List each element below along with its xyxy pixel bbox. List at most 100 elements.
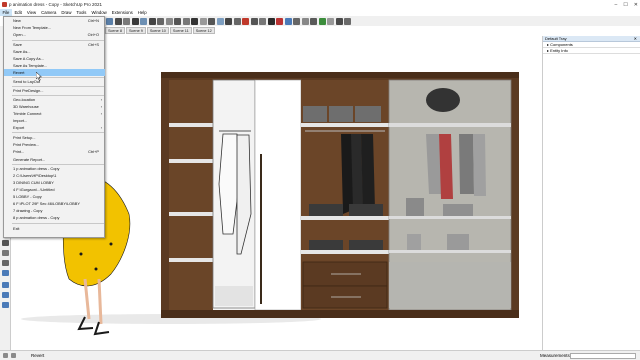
section-cut-icon[interactable] <box>250 17 258 25</box>
menu-item-recent-8[interactable]: 8 p animation dress - Copy <box>4 214 105 221</box>
menu-help[interactable]: Help <box>135 9 149 16</box>
textured-icon[interactable] <box>225 17 232 25</box>
menu-item-generate-report[interactable]: Generate Report... <box>4 156 105 163</box>
measurements-input[interactable] <box>570 353 636 359</box>
menu-item-export[interactable]: Export › <box>4 124 105 131</box>
menu-item-print-preview[interactable]: Print Preview... <box>4 141 105 148</box>
menu-item-exit[interactable]: Exit <box>4 225 105 232</box>
tray-title: Default Tray ✕ <box>543 36 640 42</box>
menu-item-open[interactable]: Open... Ctrl+O <box>4 31 105 38</box>
scene-tab-8[interactable]: Scene 8 <box>105 27 125 34</box>
scene-tab-10[interactable]: Scene 10 <box>146 27 169 34</box>
pan-tool-icon[interactable] <box>2 250 9 256</box>
menu-item-recent-3[interactable]: 3 DINING CUM LOBBY <box>4 179 105 186</box>
iso-view-icon[interactable] <box>140 17 147 25</box>
menu-camera[interactable]: Camera <box>39 9 59 16</box>
3d-warehouse-icon[interactable] <box>267 17 275 25</box>
menu-item-recent-6[interactable]: 6 F:\PLOT 29F Sec 46\LOBBY\LOBBY <box>4 200 105 207</box>
menu-item-recent-2[interactable]: 2 C:\Users\HP\Desktop\1 <box>4 172 105 179</box>
scene-tab-12[interactable]: Scene 12 <box>192 27 215 34</box>
menu-item-geo-location[interactable]: Geo-location › <box>4 96 105 103</box>
back-view-icon[interactable] <box>174 17 181 25</box>
warehouse-share-icon[interactable] <box>335 17 343 25</box>
scene-tab-11[interactable]: Scene 11 <box>169 27 192 34</box>
menu-item-new-from-template[interactable]: New From Template... <box>4 24 105 31</box>
submenu-arrow-icon: › <box>100 97 102 102</box>
front-view-icon[interactable] <box>157 17 164 25</box>
hidden-line-icon[interactable] <box>208 17 215 25</box>
menu-file[interactable]: File <box>0 9 12 16</box>
section-fill-icon[interactable] <box>259 17 266 25</box>
menu-edit[interactable]: Edit <box>12 9 24 16</box>
zoom-extents-icon[interactable] <box>131 17 139 25</box>
window-controls: – ☐ ✕ <box>615 0 638 9</box>
menu-item-label: 3 DINING CUM LOBBY <box>13 180 54 185</box>
menu-item-save[interactable]: Save Ctrl+S <box>4 41 105 48</box>
left-view-icon[interactable] <box>182 17 190 25</box>
menu-item-save-as[interactable]: Save As... <box>4 48 105 55</box>
menu-tools[interactable]: Tools <box>74 9 89 16</box>
right-view-icon[interactable] <box>165 17 173 25</box>
menu-item-3d-warehouse[interactable]: 3D Warehouse › <box>4 103 105 110</box>
menu-item-recent-7[interactable]: 7 drawing - Copy <box>4 207 105 214</box>
menu-item-recent-4[interactable]: 4 F:\Gurgaon\...\Untitled <box>4 186 105 193</box>
status-credit-icon[interactable] <box>11 353 16 358</box>
menu-item-shortcut: Ctrl+P <box>88 149 99 154</box>
menu-item-print-setup[interactable]: Print Setup... <box>4 134 105 141</box>
orbit-icon[interactable] <box>106 17 113 25</box>
menu-item-recent-1[interactable]: 1 p animation dress - Copy <box>4 165 105 172</box>
menu-item-label: Exit <box>13 226 20 231</box>
camera-icon[interactable] <box>301 17 309 25</box>
status-text: Revert <box>31 353 45 358</box>
layout-icon[interactable] <box>284 17 292 25</box>
menu-item-recent-5[interactable]: 5 LOBBY - Copy <box>4 193 105 200</box>
play-icon[interactable] <box>318 17 326 25</box>
submenu-arrow-icon: › <box>100 111 102 116</box>
menu-item-import[interactable]: Import... <box>4 117 105 124</box>
menu-item-label: New <box>13 18 21 23</box>
menu-view[interactable]: View <box>24 9 38 16</box>
menu-item-new[interactable]: New Ctrl+N <box>4 17 105 24</box>
zoom-icon[interactable] <box>123 17 130 25</box>
xray-icon[interactable] <box>191 17 198 25</box>
orbit-tool-icon[interactable] <box>2 240 9 246</box>
zoom-tool-icon[interactable] <box>2 260 9 266</box>
section-plane-icon[interactable] <box>242 17 249 25</box>
style-builder-icon[interactable] <box>293 17 300 25</box>
walk-tool-icon[interactable] <box>2 270 9 276</box>
menu-item-label: Generate Report... <box>13 157 46 162</box>
position-camera-icon[interactable] <box>2 282 9 288</box>
model-info-icon[interactable] <box>344 17 351 25</box>
tray-item-entity-info[interactable]: ▸ Entity Info <box>543 48 640 54</box>
section-tool-icon[interactable] <box>2 302 9 308</box>
menu-separator <box>12 223 104 224</box>
close-button[interactable]: ✕ <box>634 2 638 8</box>
menu-item-save-copy-as[interactable]: Save A Copy As... <box>4 55 105 62</box>
tray-close-icon[interactable]: ✕ <box>634 36 637 42</box>
walk-icon[interactable] <box>310 17 317 25</box>
menu-item-save-as-template[interactable]: Save As Template... <box>4 62 105 69</box>
menu-item-label: Save As... <box>13 49 31 54</box>
menu-item-send-to-layout[interactable]: Send to LayOut <box>4 78 105 85</box>
menu-item-print-predesign[interactable]: Print PreDesign... <box>4 87 105 94</box>
extension-warehouse-icon[interactable] <box>276 17 283 25</box>
menu-item-label: Open... <box>13 32 26 37</box>
menu-item-revert[interactable]: Revert <box>4 69 105 76</box>
menu-item-label: Revert <box>13 70 25 75</box>
pan-icon[interactable] <box>114 17 122 25</box>
menu-item-trimble-connect[interactable]: Trimble Connect › <box>4 110 105 117</box>
menu-window[interactable]: Window <box>89 9 109 16</box>
menu-extensions[interactable]: Extensions <box>109 9 135 16</box>
minimize-button[interactable]: – <box>615 2 618 8</box>
shaded-icon[interactable] <box>216 17 224 25</box>
wireframe-icon[interactable] <box>199 17 207 25</box>
menu-item-print[interactable]: Print... Ctrl+P <box>4 148 105 155</box>
look-around-icon[interactable] <box>2 292 9 298</box>
monochrome-icon[interactable] <box>233 17 241 25</box>
scene-tab-9[interactable]: Scene 9 <box>125 27 146 34</box>
menu-draw[interactable]: Draw <box>59 9 74 16</box>
top-view-icon[interactable] <box>148 17 156 25</box>
maximize-button[interactable]: ☐ <box>623 2 627 8</box>
settings-icon[interactable] <box>327 17 334 25</box>
status-geo-icon[interactable] <box>3 353 8 358</box>
